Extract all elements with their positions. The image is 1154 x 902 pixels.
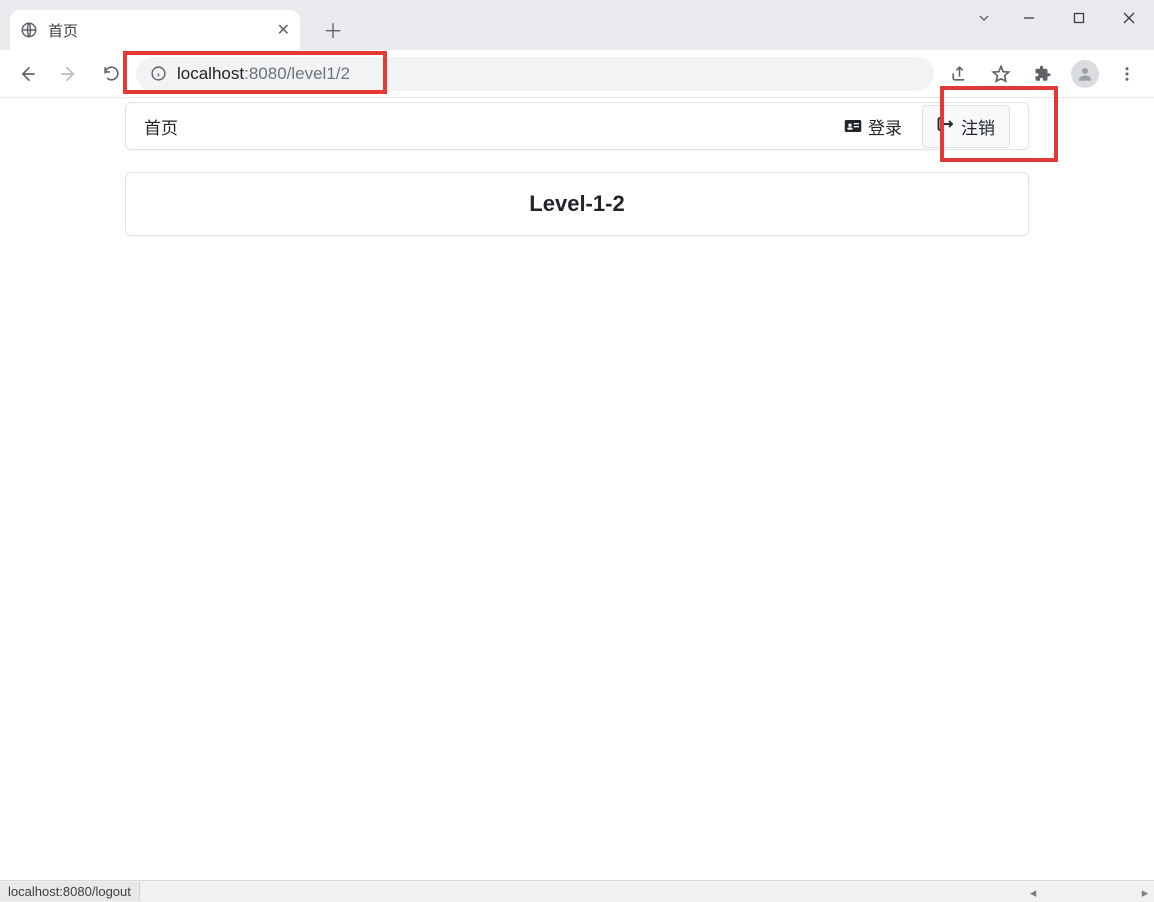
window-close-button[interactable] xyxy=(1104,0,1154,35)
logout-label: 注销 xyxy=(961,114,995,139)
tab-search-button[interactable] xyxy=(964,0,1004,35)
scroll-right-icon[interactable]: ▸ xyxy=(1136,884,1154,902)
profile-button[interactable] xyxy=(1068,57,1102,91)
page-viewport: 首页 登录 注销 Level-1-2 xyxy=(0,98,1154,880)
tab-close-icon[interactable]: ✕ xyxy=(277,20,290,40)
nav-home-link[interactable]: 首页 xyxy=(144,114,178,139)
site-navbar: 首页 登录 注销 xyxy=(125,102,1029,150)
extensions-button[interactable] xyxy=(1026,57,1060,91)
sign-out-icon xyxy=(937,116,955,137)
bookmark-button[interactable] xyxy=(984,57,1018,91)
forward-button[interactable] xyxy=(52,57,86,91)
nav-login-link[interactable]: 登录 xyxy=(834,106,912,147)
address-bar[interactable]: localhost:8080/level1/2 xyxy=(136,57,934,91)
content-card: Level-1-2 xyxy=(125,172,1029,236)
reload-button[interactable] xyxy=(94,57,128,91)
content-heading: Level-1-2 xyxy=(529,191,624,217)
tab-title: 首页 xyxy=(48,20,271,41)
horizontal-scrollbar[interactable]: ◂ ▸ xyxy=(1024,884,1154,902)
logout-button[interactable]: 注销 xyxy=(922,105,1010,148)
menu-button[interactable] xyxy=(1110,57,1144,91)
new-tab-button[interactable]: ＋ xyxy=(318,14,348,44)
back-button[interactable] xyxy=(10,57,44,91)
url-path: :8080/level1/2 xyxy=(244,64,350,84)
scroll-thumb[interactable] xyxy=(1042,884,1136,902)
scroll-left-icon[interactable]: ◂ xyxy=(1024,884,1042,902)
browser-statusbar: localhost:8080/logout ◂ ▸ xyxy=(0,880,1154,902)
globe-icon xyxy=(20,21,38,39)
window-controls xyxy=(964,0,1154,35)
window-maximize-button[interactable] xyxy=(1054,0,1104,35)
window-minimize-button[interactable] xyxy=(1004,0,1054,35)
url-host: localhost xyxy=(177,64,244,84)
browser-tab[interactable]: 首页 ✕ xyxy=(10,10,300,50)
status-url: localhost:8080/logout xyxy=(0,882,140,901)
nav-login-label: 登录 xyxy=(868,114,902,139)
browser-toolbar: localhost:8080/level1/2 xyxy=(0,50,1154,98)
share-button[interactable] xyxy=(942,57,976,91)
site-info-icon[interactable] xyxy=(150,65,167,82)
browser-titlebar: 首页 ✕ ＋ xyxy=(0,0,1154,50)
id-card-icon xyxy=(844,118,862,134)
